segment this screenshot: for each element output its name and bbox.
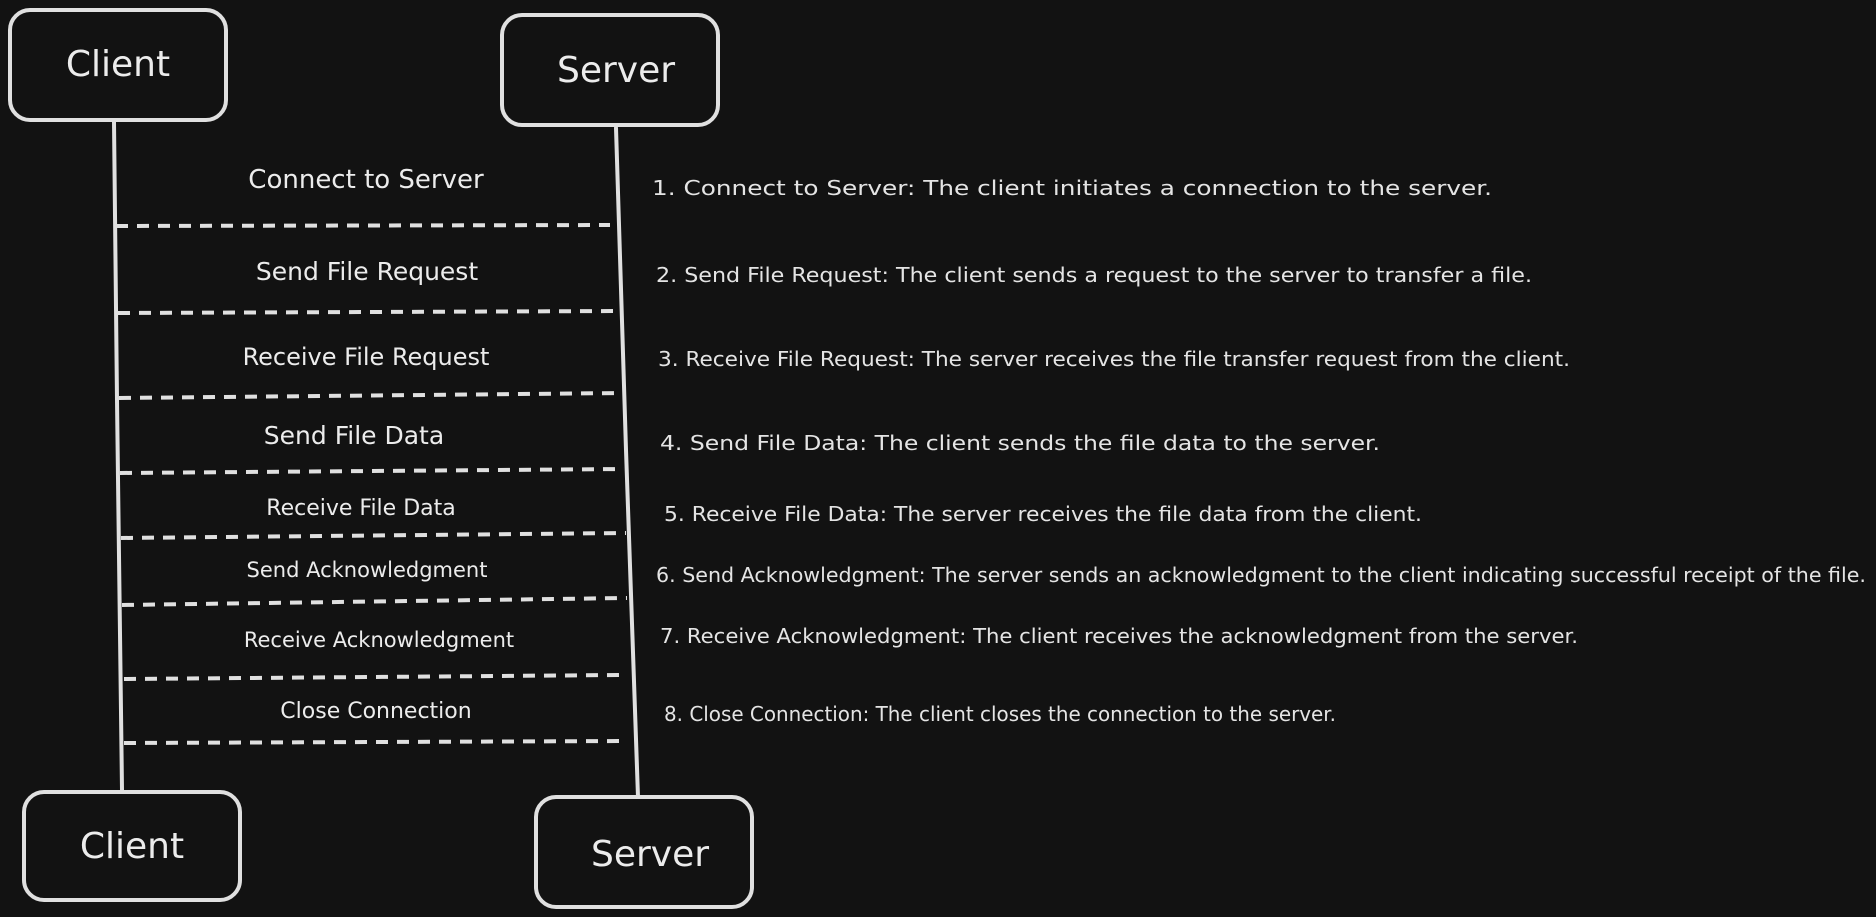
message-line-3 bbox=[118, 391, 624, 400]
client-lifeline bbox=[112, 120, 124, 792]
actor-server-bottom: Server bbox=[534, 795, 754, 909]
message-label-1: Connect to Server bbox=[248, 165, 484, 195]
message-label-5: Receive File Data bbox=[266, 496, 455, 521]
message-label-8: Close Connection bbox=[280, 699, 471, 724]
message-lines bbox=[115, 223, 629, 745]
message-line-8 bbox=[123, 739, 629, 745]
actor-client-top: Client bbox=[8, 8, 228, 122]
message-line-7 bbox=[123, 673, 621, 681]
note-step-2: 2. Send File Request: The client sends a… bbox=[656, 263, 1532, 287]
actor-server-bottom-label: Server bbox=[591, 834, 709, 875]
note-step-3: 3. Receive File Request: The server rece… bbox=[658, 347, 1570, 371]
note-step-1: 1. Connect to Server: The client initiat… bbox=[652, 176, 1492, 200]
actor-server-top: Server bbox=[500, 13, 720, 127]
sequence-diagram: Client Server Client Server Connect to S… bbox=[8, 8, 1866, 909]
server-lifeline bbox=[614, 126, 640, 799]
message-line-6 bbox=[121, 596, 628, 607]
message-line-4 bbox=[119, 467, 625, 475]
actor-server-top-label: Server bbox=[557, 50, 675, 91]
message-label-2: Send File Request bbox=[256, 257, 478, 286]
message-line-1 bbox=[115, 223, 611, 228]
actor-client-bottom-label: Client bbox=[80, 826, 184, 867]
message-label-6: Send Acknowledgment bbox=[247, 558, 488, 582]
actor-client-bottom: Client bbox=[22, 790, 242, 902]
note-step-6: 6. Send Acknowledgment: The server sends… bbox=[656, 563, 1866, 587]
note-step-7: 7. Receive Acknowledgment: The client re… bbox=[660, 624, 1578, 648]
note-step-4: 4. Send File Data: The client sends the … bbox=[660, 431, 1380, 455]
note-step-5: 5. Receive File Data: The server receive… bbox=[664, 502, 1422, 526]
step-notes: 1. Connect to Server: The client initiat… bbox=[652, 176, 1866, 726]
message-label-7: Receive Acknowledgment bbox=[244, 628, 514, 652]
message-label-4: Send File Data bbox=[264, 421, 444, 450]
note-step-8: 8. Close Connection: The client closes t… bbox=[664, 702, 1336, 726]
actor-client-top-label: Client bbox=[66, 44, 170, 85]
message-label-3: Receive File Request bbox=[243, 343, 490, 371]
message-line-2 bbox=[117, 309, 623, 315]
message-line-5 bbox=[120, 531, 627, 540]
